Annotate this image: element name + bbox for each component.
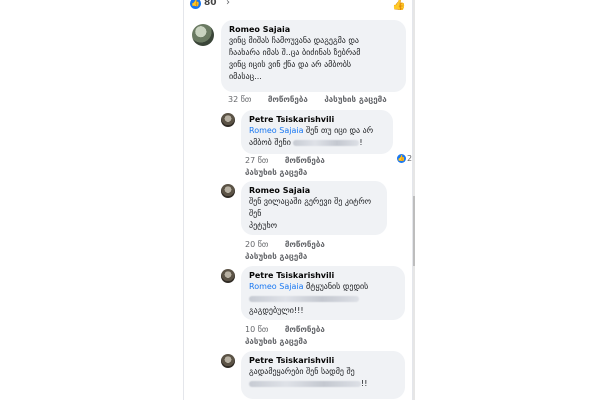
- scrollbar-thumb[interactable]: [413, 196, 415, 266]
- redacted-text: [249, 380, 361, 387]
- comment-time: 20 წთ: [245, 240, 269, 249]
- comment-author[interactable]: Romeo Sajaia: [249, 185, 379, 196]
- comment-bubble: Romeo Sajaia ვინც მიშას ჩამოუვანა დაგეგმ…: [221, 20, 406, 92]
- comment-text-line: იმასაც...: [229, 72, 262, 81]
- like-icon[interactable]: 👍: [392, 0, 406, 11]
- comment-author[interactable]: Petre Tsiskarishvili: [249, 355, 397, 366]
- like-button[interactable]: მოწონება: [285, 240, 325, 249]
- comment-text-line: პეტუხო: [249, 221, 278, 230]
- like-button[interactable]: მოწონება: [285, 325, 325, 334]
- comment-text-line: ამბობ შენი !: [249, 138, 363, 147]
- comment-text-line: შენ: [249, 209, 262, 218]
- avatar[interactable]: [221, 113, 235, 127]
- reaction-bar: 👍 80 › 👍: [184, 0, 412, 12]
- comment-text-line: გაგდებული!!!: [249, 306, 304, 315]
- avatar[interactable]: [221, 354, 235, 368]
- chevron-right-icon[interactable]: ›: [226, 0, 230, 8]
- comment-bubble: Petre Tsiskarishvili Romeo Sajaia შენ თუ…: [241, 110, 393, 154]
- like-button[interactable]: მოწონება: [285, 156, 325, 165]
- like-reaction-icon[interactable]: 👍: [190, 0, 201, 9]
- comment-author[interactable]: Petre Tsiskarishvili: [249, 270, 397, 281]
- comment-time: 27 წთ: [245, 156, 269, 165]
- reply-button[interactable]: პასუხის გაცემა: [324, 95, 386, 104]
- comment-author[interactable]: Romeo Sajaia: [229, 24, 398, 35]
- mention-link[interactable]: Romeo Sajaia: [249, 282, 303, 291]
- like-reaction-icon[interactable]: 👍: [397, 154, 406, 163]
- comment-author[interactable]: Petre Tsiskarishvili: [249, 114, 385, 125]
- comment-text-line: !!: [249, 378, 397, 390]
- comment-text-line: ჩაახარა იმას შ..ცა ბიძინას ზებრამ: [229, 48, 361, 57]
- scrollbar[interactable]: [413, 0, 415, 400]
- comment-text-line: Romeo Sajaia მტყუანის დედის: [249, 282, 369, 291]
- comment-time: 10 წთ: [245, 325, 269, 334]
- like-button[interactable]: მოწონება: [268, 95, 308, 104]
- reaction-count[interactable]: 2: [407, 154, 412, 163]
- comment-text-line: ვინც მიშას ჩამოუვანა დაგეგმა და: [229, 36, 359, 45]
- reply-button[interactable]: პასუხის გაცემა: [245, 337, 307, 346]
- comment-text-line: შენ ვილაცაში გერევი შე კიტრო: [249, 197, 371, 206]
- comment-text-line: Romeo Sajaia შენ თუ იცი და არ: [249, 126, 374, 135]
- redacted-text: [249, 295, 359, 302]
- redacted-text: [293, 139, 360, 146]
- comment-bubble: Romeo Sajaia შენ ვილაცაში გერევი შე კიტრ…: [241, 181, 387, 235]
- comment-text-line: [249, 293, 397, 305]
- comment-thread: 👍 80 › 👍 Romeo Sajaia ვინც მიშას ჩამოუვა…: [183, 0, 413, 400]
- comment-meta: 27 წთ მოწონება: [245, 156, 339, 165]
- comment-bubble: Petre Tsiskarishvili გადამეყარები შენ სა…: [241, 351, 405, 399]
- reply-button[interactable]: პასუხის გაცემა: [245, 168, 307, 177]
- avatar[interactable]: [221, 184, 235, 198]
- comment-bubble: Petre Tsiskarishvili Romeo Sajaia მტყუან…: [241, 266, 405, 320]
- comment-text-line: გადამეყარები შენ სადმე შე: [249, 367, 355, 376]
- comment-meta: 10 წთ მოწონება: [245, 325, 339, 334]
- comment-meta: 20 წთ მოწონება: [245, 240, 339, 249]
- comment-time: 32 წთ: [228, 95, 252, 104]
- mention-link[interactable]: Romeo Sajaia: [249, 126, 303, 135]
- comment-text-line: ვინც იცის ვინ ქნა და არ ამბობს: [229, 60, 352, 69]
- avatar[interactable]: [192, 24, 214, 46]
- comment-meta: 32 წთ მოწონება პასუხის გაცემა: [228, 95, 401, 104]
- avatar[interactable]: [221, 269, 235, 283]
- reply-button[interactable]: პასუხის გაცემა: [245, 252, 307, 261]
- reaction-count[interactable]: 80: [204, 0, 217, 8]
